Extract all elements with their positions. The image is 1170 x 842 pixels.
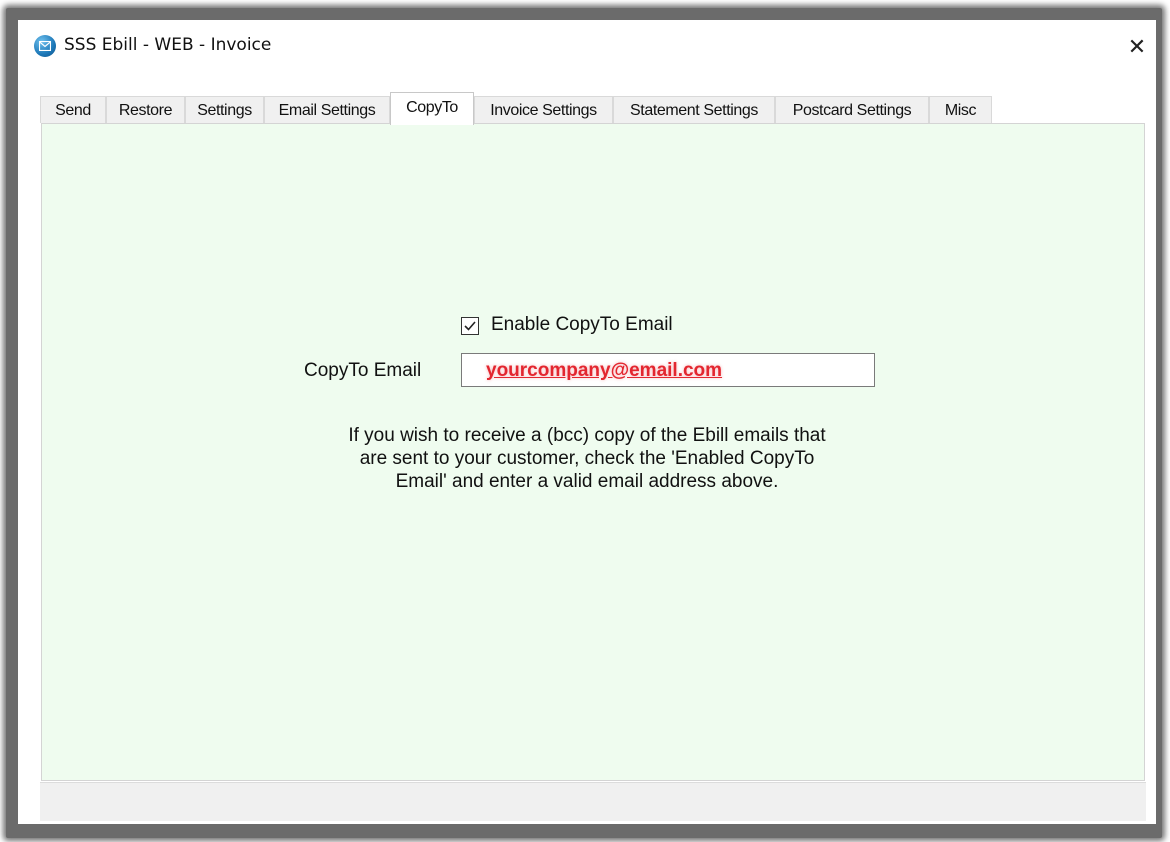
copyto-panel: Enable CopyTo Email CopyTo Email yourcom… — [41, 123, 1145, 781]
tab-restore[interactable]: Restore — [106, 96, 185, 123]
checkmark-icon — [464, 321, 476, 331]
email-app-icon — [34, 35, 56, 57]
copyto-email-input[interactable]: yourcompany@email.com — [461, 353, 875, 387]
tab-copyto[interactable]: CopyTo — [390, 92, 474, 125]
copyto-email-value: yourcompany@email.com — [486, 360, 723, 381]
enable-copyto-label[interactable]: Enable CopyTo Email — [491, 314, 673, 336]
tab-send[interactable]: Send — [40, 96, 106, 123]
tab-misc[interactable]: Misc — [929, 96, 992, 123]
copyto-email-label: CopyTo Email — [304, 360, 422, 381]
tab-strip: Send Restore Settings Email Settings Cop… — [40, 92, 1150, 125]
copyto-help-text: If you wish to receive a (bcc) copy of t… — [348, 425, 826, 492]
tab-email-settings[interactable]: Email Settings — [264, 96, 390, 123]
enable-copyto-checkbox[interactable] — [461, 317, 479, 335]
tab-invoice-settings[interactable]: Invoice Settings — [474, 96, 613, 123]
tab-settings[interactable]: Settings — [185, 96, 264, 123]
status-bar — [40, 782, 1146, 821]
window-title: SSS Ebill - WEB - Invoice — [64, 35, 272, 55]
tab-postcard-settings[interactable]: Postcard Settings — [775, 96, 929, 123]
close-button[interactable]: ✕ — [1122, 32, 1152, 62]
title-bar: SSS Ebill - WEB - Invoice ✕ — [18, 20, 1156, 72]
close-icon: ✕ — [1127, 34, 1147, 60]
tab-statement-settings[interactable]: Statement Settings — [613, 96, 775, 123]
app-window: SSS Ebill - WEB - Invoice ✕ Send Restore… — [18, 20, 1156, 824]
